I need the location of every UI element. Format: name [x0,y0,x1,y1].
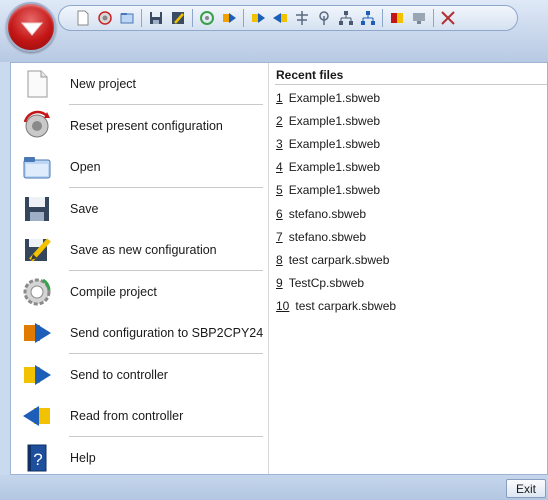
send-configuration-label: Send configuration to SBP2CPY24 [70,325,264,340]
recent-file-name: stefano.sbweb [288,230,367,244]
send-to-controller-label: Send to controller [70,367,168,382]
save-label: Save [70,201,99,216]
send-configuration-icon [24,322,51,343]
compile-project-item[interactable]: Compile project [11,271,269,312]
new-project-item[interactable]: New project [11,63,269,104]
compile-icon[interactable] [197,8,217,28]
tree-blue-icon[interactable] [358,8,378,28]
new-doc-icon[interactable] [73,8,93,28]
help-label: Help [70,450,96,465]
recent-file-item[interactable]: 7 stefano.sbweb [275,227,545,247]
recent-file-name: test carpark.sbweb [295,299,397,313]
recent-file-number: 5 [276,183,283,197]
toolbar-separator [433,9,434,27]
recent-file-number: 6 [276,207,283,221]
read-arrow-icon [23,405,50,426]
save-as-label: Save as new configuration [70,242,217,257]
toolbar-separator [192,9,193,27]
recent-files-panel: Recent files 1 Example1.sbweb 2 Example1.s… [273,63,547,474]
application-menu-button[interactable] [6,2,56,52]
send-configuration-item[interactable]: Send configuration to SBP2CPY24 [11,312,269,353]
network-icon[interactable] [292,8,312,28]
open-folder-icon [23,156,51,178]
flag-icon[interactable] [387,8,407,28]
recent-file-name: Example1.sbweb [288,183,381,197]
reset-icon[interactable] [95,8,115,28]
recent-file-item[interactable]: 1 Example1.sbweb [275,88,545,108]
recent-files-divider [275,84,547,85]
recent-file-number: 1 [276,91,283,105]
send-config-icon[interactable] [219,8,239,28]
arrow-down-icon [21,22,43,36]
open-icon[interactable] [117,8,137,28]
menu-vertical-divider [268,63,269,474]
floppy-disk-icon [25,196,49,221]
save-as-icon[interactable] [168,8,188,28]
recent-file-number: 3 [276,137,283,151]
recent-file-item[interactable]: 10 test carpark.sbweb [275,296,545,316]
menu-footer: Exit [0,475,548,500]
compile-project-label: Compile project [70,284,157,299]
toolbar-separator [243,9,244,27]
recent-file-number: 9 [276,276,283,290]
application-menu-panel: New project Reset present configuration … [10,62,548,475]
open-item[interactable]: Open [11,146,269,187]
reset-config-icon [23,110,50,137]
toolbar-separator [382,9,383,27]
recent-file-number: 8 [276,253,283,267]
help-book-icon: ? [27,444,47,471]
title-bar [0,0,548,62]
reset-configuration-label: Reset present configuration [70,118,223,133]
recent-file-number: 10 [276,299,290,313]
read-from-controller-item[interactable]: Read from controller [11,395,269,436]
recent-file-item[interactable]: 6 stefano.sbweb [275,204,545,224]
new-project-icon [27,70,48,97]
recent-files-title: Recent files [276,68,344,82]
read-from-controller-label: Read from controller [70,408,184,423]
recent-file-item[interactable]: 8 test carpark.sbweb [275,250,545,270]
send-to-controller-item[interactable]: Send to controller [11,354,269,395]
tools-icon[interactable] [438,8,458,28]
save-item[interactable]: Save [11,188,269,229]
open-label: Open [70,159,101,174]
recent-file-name: Example1.sbweb [288,114,381,128]
monitor-icon[interactable] [409,8,429,28]
toolbar-separator [141,9,142,27]
help-item[interactable]: ? Help [11,437,269,478]
recent-file-number: 2 [276,114,283,128]
recent-file-item[interactable]: 9 TestCp.sbweb [275,273,545,293]
recent-file-number: 7 [276,230,283,244]
new-project-label: New project [70,76,136,91]
compile-gear-icon [23,278,51,305]
read-icon[interactable] [270,8,290,28]
recent-file-item[interactable]: 3 Example1.sbweb [275,134,545,154]
recent-file-item[interactable]: 5 Example1.sbweb [275,180,545,200]
svg-text:?: ? [33,450,42,469]
send-arrow-icon [24,364,51,385]
recent-file-name: Example1.sbweb [288,160,381,174]
tree-icon[interactable] [336,8,356,28]
command-list: New project Reset present configuration … [11,63,269,474]
recent-file-name: stefano.sbweb [288,207,367,221]
exit-button[interactable]: Exit [506,479,546,498]
save-icon[interactable] [146,8,166,28]
recent-file-name: Example1.sbweb [288,137,381,151]
recent-file-name: TestCp.sbweb [288,276,365,290]
recent-file-name: Example1.sbweb [288,91,381,105]
recent-file-item[interactable]: 4 Example1.sbweb [275,157,545,177]
antenna-icon[interactable] [314,8,334,28]
save-as-icon [25,237,51,262]
quick-access-toolbar [58,5,518,31]
recent-file-number: 4 [276,160,283,174]
recent-file-name: test carpark.sbweb [288,253,390,267]
reset-configuration-item[interactable]: Reset present configuration [11,105,269,146]
send-icon[interactable] [248,8,268,28]
recent-file-item[interactable]: 2 Example1.sbweb [275,111,545,131]
save-as-item[interactable]: Save as new configuration [11,229,269,270]
